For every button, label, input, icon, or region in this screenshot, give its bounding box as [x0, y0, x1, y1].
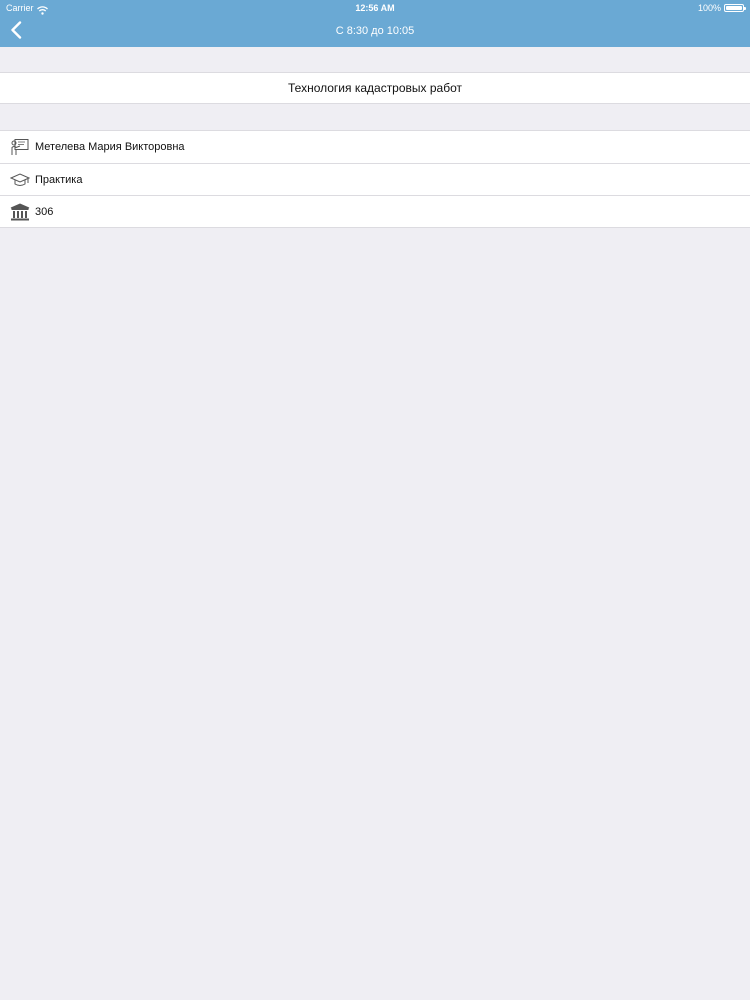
header: Carrier 12:56 AM 100% С 8:30 до 10:05	[0, 0, 750, 47]
battery-percent: 100%	[697, 3, 721, 13]
lesson-title: Технология кадастровых работ	[0, 72, 750, 104]
battery-icon	[724, 4, 746, 12]
status-time: 12:56 AM	[355, 3, 395, 13]
battery-indicator: 100%	[697, 0, 746, 16]
room-number: 306	[35, 205, 54, 218]
graduation-cap-icon	[10, 171, 30, 189]
lesson-type: Практика	[35, 173, 83, 186]
app-screen: Carrier 12:56 AM 100% С 8:30 до 10:05 Те…	[0, 0, 750, 1000]
lesson-details-list: Метелева Мария Викторовна Практика 306	[0, 130, 750, 228]
teacher-name: Метелева Мария Викторовна	[35, 141, 185, 153]
status-bar: Carrier 12:56 AM 100%	[0, 0, 750, 16]
lesson-type-row[interactable]: Практика	[0, 163, 750, 195]
teacher-icon	[10, 138, 30, 156]
page-title: С 8:30 до 10:05	[335, 25, 415, 37]
room-row[interactable]: 306	[0, 195, 750, 227]
teacher-row[interactable]: Метелева Мария Викторовна	[0, 131, 750, 163]
building-icon	[10, 202, 30, 221]
navigation-bar: С 8:30 до 10:05	[0, 16, 750, 47]
